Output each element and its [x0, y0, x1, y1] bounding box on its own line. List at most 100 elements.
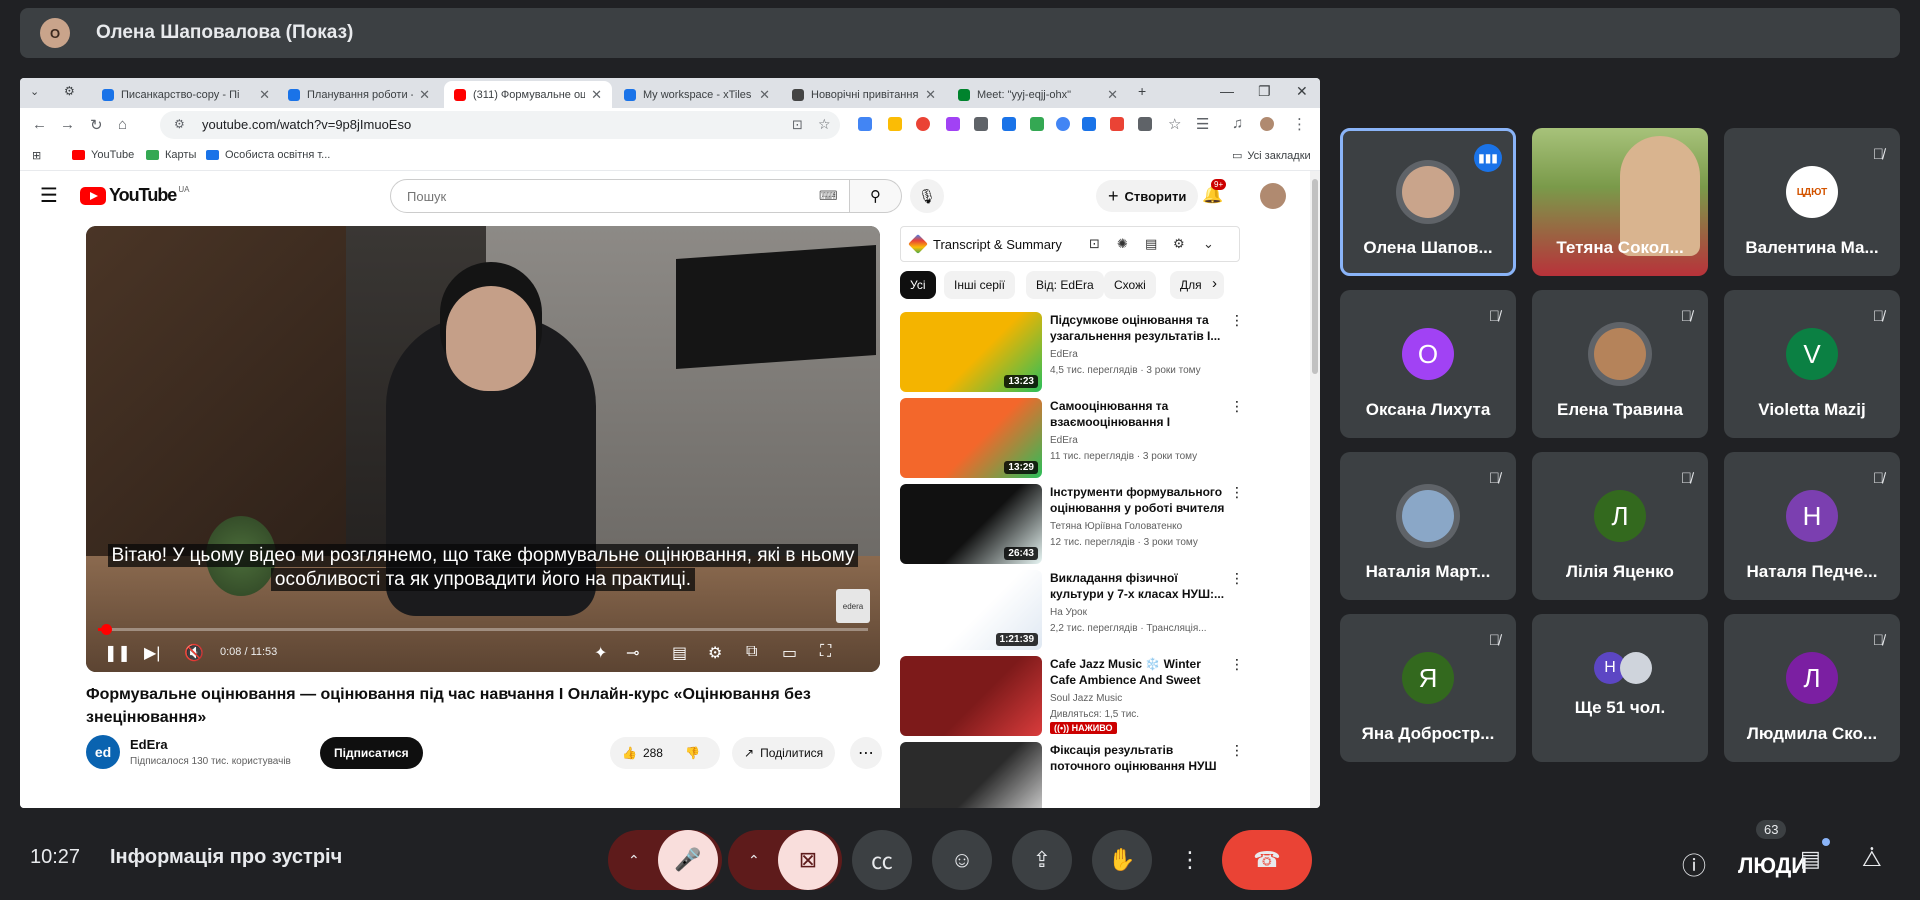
info-icon[interactable]: ⓘ	[1682, 846, 1706, 881]
youtube-logo[interactable]: YouTube UA	[80, 185, 189, 206]
media-icon[interactable]: ♫	[1232, 115, 1243, 132]
like-icon[interactable]: 👍	[622, 746, 637, 760]
recommended-video[interactable]: 1:21:39 Викладання фізичної культури у 7-…	[900, 570, 1250, 650]
more-vert-icon[interactable]: ⋮	[1230, 312, 1244, 329]
video-channel[interactable]: Тетяна Юріївна Головатенко	[1050, 521, 1182, 532]
theater-mode-icon[interactable]: ▭	[782, 643, 797, 663]
chat-icon[interactable]: ▤	[1800, 846, 1821, 872]
more-vert-icon[interactable]: ⋮	[1230, 484, 1244, 501]
install-icon[interactable]: ⊡	[792, 117, 803, 133]
video-thumbnail[interactable]: 13:29	[900, 398, 1042, 478]
browser-tab[interactable]: Писанкарство-copy - Пі ✕	[92, 81, 280, 108]
video-channel[interactable]: Soul Jazz Music	[1050, 693, 1122, 704]
browser-tab[interactable]: Планування роботи - Пі✕	[278, 81, 440, 108]
participant-tile[interactable]: Н Ще 51 чол.	[1532, 614, 1708, 762]
video-title[interactable]: Самооцінювання та взаємооцінювання І Онл…	[1050, 398, 1225, 430]
miniplayer-icon[interactable]: ⧉	[746, 643, 757, 661]
browser-tab[interactable]: My workspace - xTiles ✕	[614, 81, 780, 108]
search-button[interactable]: ⚲	[850, 179, 902, 213]
extension-icon[interactable]	[1002, 117, 1016, 131]
close-tab-icon[interactable]: ✕	[419, 87, 430, 103]
apps-grid-icon[interactable]: ⊞	[32, 149, 41, 162]
mic-off-icon[interactable]: 🎤	[658, 830, 718, 890]
extension-icon[interactable]	[1056, 117, 1070, 131]
reactions-button[interactable]: ☺	[932, 830, 992, 890]
browser-tab[interactable]: Meet: "yyj-eqjj-ohx" ✕	[948, 81, 1128, 108]
close-window-icon[interactable]: ✕	[1296, 83, 1308, 100]
video-title[interactable]: Фіксація результатів поточного оцінюванн…	[1050, 742, 1225, 774]
participant-tile[interactable]: Л 🎙̸ Лілія Яценко	[1532, 452, 1708, 600]
close-tab-icon[interactable]: ✕	[925, 87, 936, 103]
browser-tab[interactable]: Новорічні привітання ✕	[782, 81, 946, 108]
home-icon[interactable]: ⌂	[118, 116, 127, 133]
next-icon[interactable]: ▶|	[144, 643, 160, 663]
scrollbar-thumb[interactable]	[1312, 179, 1318, 374]
chevron-up-icon[interactable]: ⌃	[748, 852, 760, 869]
recommended-video[interactable]: Cafe Jazz Music ❄️ Winter Cafe Ambience …	[900, 656, 1250, 736]
maximize-icon[interactable]: ❐	[1258, 83, 1271, 100]
document-icon[interactable]: ▤	[1145, 236, 1157, 252]
extension-icon[interactable]	[1030, 117, 1044, 131]
voice-search-button[interactable]: 🎙	[910, 179, 944, 213]
participant-tile[interactable]: Н 🎙̸ Наталя Педче...	[1724, 452, 1900, 600]
new-tab-icon[interactable]: +	[1138, 83, 1146, 99]
minimize-icon[interactable]: —	[1220, 83, 1234, 99]
close-tab-icon[interactable]: ✕	[591, 87, 602, 103]
openai-icon[interactable]: ✺	[1117, 236, 1128, 252]
account-avatar[interactable]	[1260, 183, 1286, 209]
reload-icon[interactable]: ↻	[90, 116, 103, 134]
participant-tile[interactable]: ▮▮▮ Олена Шапов...	[1340, 128, 1516, 276]
more-vert-icon[interactable]: ⋮	[1230, 398, 1244, 415]
profile-avatar[interactable]	[1260, 117, 1274, 131]
people-button[interactable]: ЛЮДИ	[1738, 853, 1807, 879]
recommended-video[interactable]: 13:23 Підсумкове оцінювання та узагальнен…	[900, 312, 1250, 392]
camera-off-icon[interactable]: ⊠	[778, 830, 838, 890]
hamburger-menu-icon[interactable]: ☰	[40, 183, 58, 208]
recommended-video[interactable]: Фіксація результатів поточного оцінюванн…	[900, 742, 1250, 808]
participant-tile[interactable]: V 🎙̸ Violetta Mazij	[1724, 290, 1900, 438]
filter-chip[interactable]: Усі	[900, 271, 936, 299]
close-tab-icon[interactable]: ✕	[259, 87, 270, 103]
extension-icon[interactable]	[974, 117, 988, 131]
filter-chip[interactable]: Від: EdEra	[1026, 271, 1104, 299]
participant-tile[interactable]: Л 🎙̸ Людмила Ско...	[1724, 614, 1900, 762]
bookmark-star-icon[interactable]: ☆	[818, 116, 831, 133]
participant-tile[interactable]: 🎙̸ Елена Травина	[1532, 290, 1708, 438]
extension-icon[interactable]	[888, 117, 902, 131]
filter-chip[interactable]: Схожі	[1104, 271, 1156, 299]
autoplay-toggle[interactable]: ⊸	[626, 643, 639, 663]
subscribe-button[interactable]: Підписатися	[320, 737, 423, 769]
extension-icon[interactable]	[1082, 117, 1096, 131]
channel-avatar[interactable]: ed	[86, 735, 120, 769]
activities-icon[interactable]: ⧊	[1862, 846, 1882, 872]
fullscreen-icon[interactable]: ⛶	[820, 643, 831, 661]
search-input[interactable]	[405, 188, 789, 205]
raise-hand-button[interactable]: ✋	[1092, 830, 1152, 890]
robot-icon[interactable]: ⊡	[1089, 236, 1100, 252]
more-vert-icon[interactable]: ⋮	[1230, 742, 1244, 759]
video-thumbnail[interactable]	[900, 742, 1042, 808]
site-info-icon[interactable]: ⚙	[174, 117, 185, 131]
video-thumbnail[interactable]: 13:23	[900, 312, 1042, 392]
participant-tile[interactable]: Тетяна Сокол...	[1532, 128, 1708, 276]
extensions-puzzle-icon[interactable]	[1138, 117, 1152, 131]
recommended-video[interactable]: 13:29 Самооцінювання та взаємооцінювання …	[900, 398, 1250, 478]
video-thumbnail[interactable]: 26:43	[900, 484, 1042, 564]
video-title[interactable]: Викладання фізичної культури у 7-х класа…	[1050, 570, 1225, 602]
close-tab-icon[interactable]: ✕	[1107, 87, 1118, 103]
participant-tile[interactable]: О 🎙̸ Оксана Лихута	[1340, 290, 1516, 438]
video-title[interactable]: Cafe Jazz Music ❄️ Winter Cafe Ambience …	[1050, 656, 1225, 688]
video-channel[interactable]: На Урок	[1050, 607, 1087, 618]
chevron-up-icon[interactable]: ⌃	[628, 852, 640, 869]
more-options-button[interactable]: ⋮	[1162, 830, 1218, 890]
back-icon[interactable]: ←	[32, 116, 47, 133]
page-scrollbar[interactable]	[1310, 171, 1320, 808]
more-vert-icon[interactable]: ⋮	[1230, 656, 1244, 673]
video-thumbnail[interactable]: 1:21:39	[900, 570, 1042, 650]
volume-muted-icon[interactable]: 🔇	[184, 643, 204, 663]
transcript-summary-panel[interactable]: Transcript & Summary ⊡ ✺ ▤ ⚙ ⌄	[900, 226, 1240, 262]
address-bar[interactable]: ⚙ youtube.com/watch?v=9p8jImuoEso ⊡ ☆	[160, 111, 840, 139]
all-bookmarks[interactable]: ▭ Усі закладки	[1232, 149, 1311, 163]
chevron-right-icon[interactable]: ›	[1212, 275, 1217, 292]
bookmark-star-icon[interactable]: ☆	[1168, 115, 1181, 133]
